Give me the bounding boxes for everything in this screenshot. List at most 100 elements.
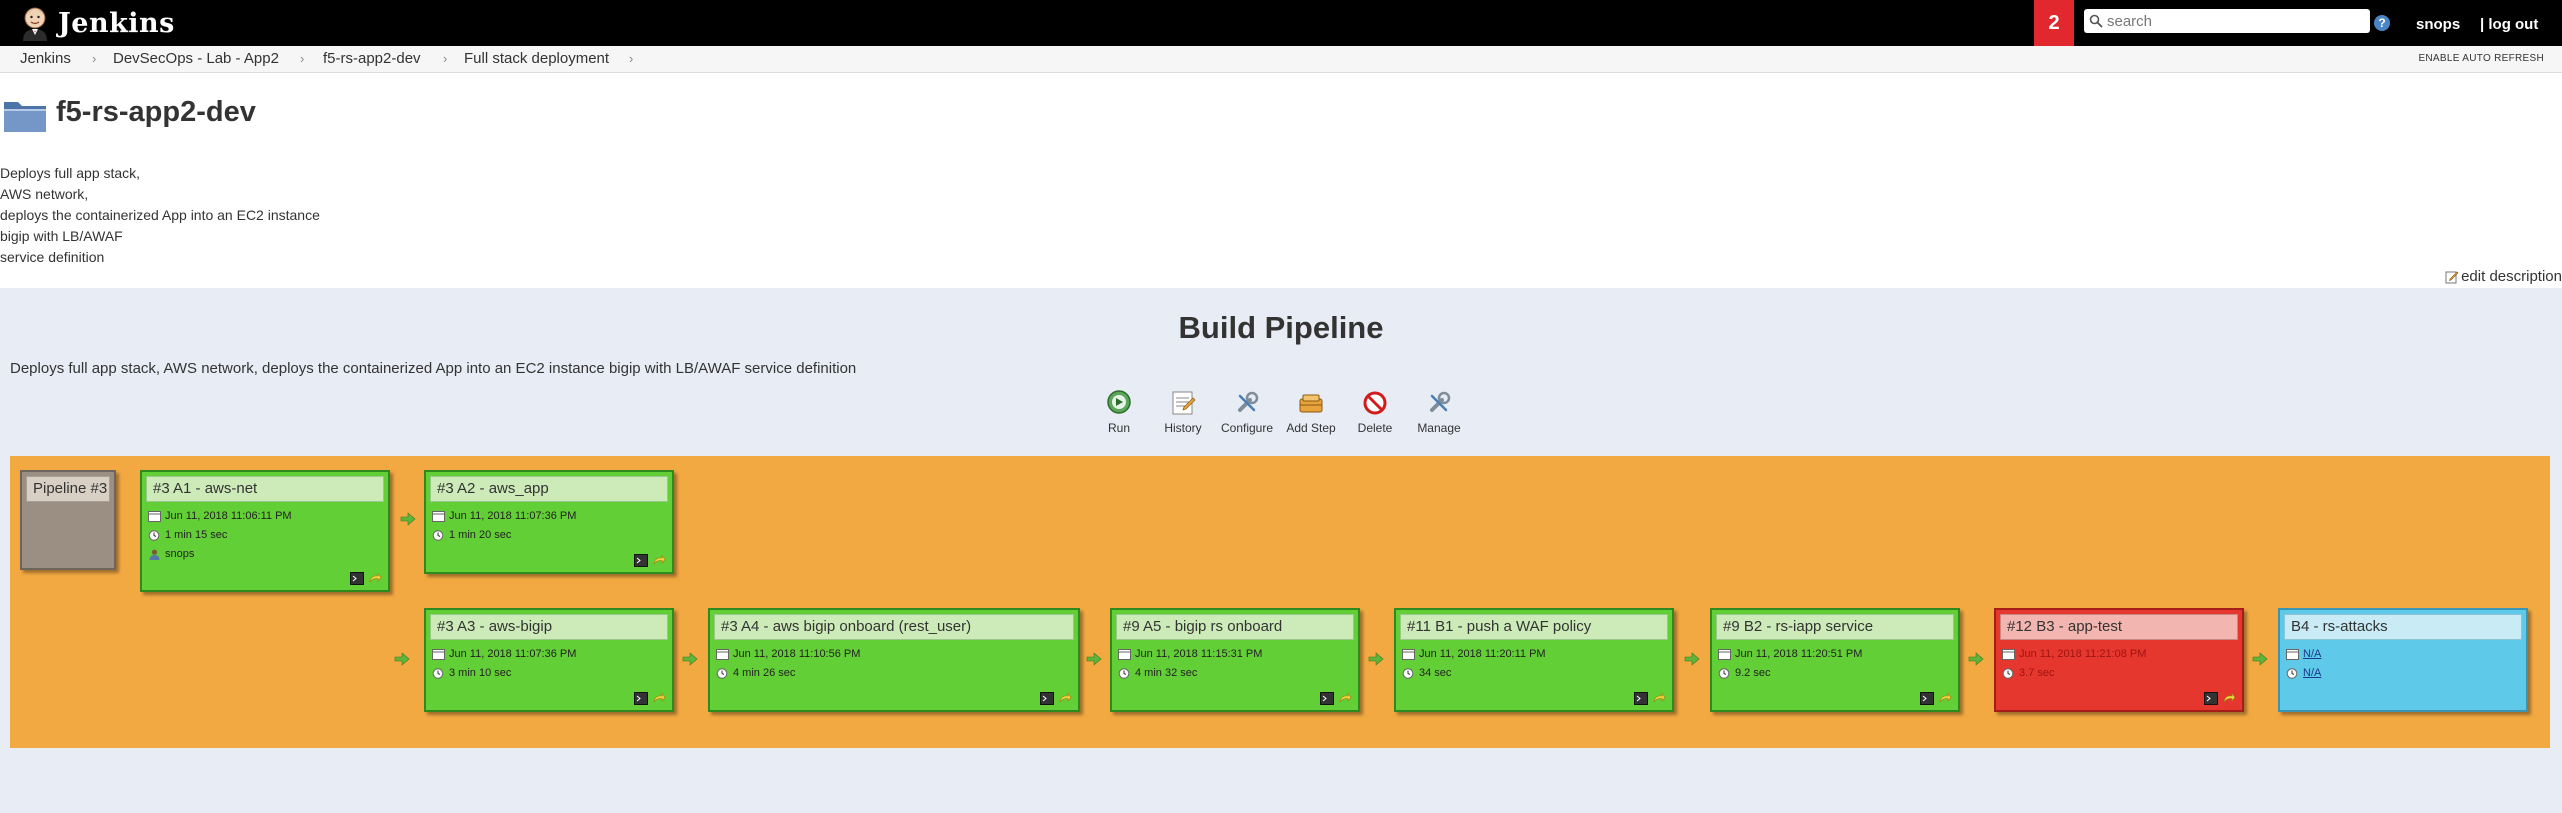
rebuild-icon[interactable] bbox=[1058, 692, 1072, 705]
build-box-b3[interactable]: #12 B3 - app-test Jun 11, 2018 11:21:08 … bbox=[1994, 608, 2244, 712]
build-title[interactable]: B4 - rs-attacks bbox=[2284, 614, 2522, 640]
console-icon[interactable] bbox=[1634, 692, 1648, 705]
build-title[interactable]: #9 B2 - rs-iapp service bbox=[1716, 614, 1954, 640]
build-pipeline-section: Build Pipeline Deploys full app stack, A… bbox=[0, 288, 2562, 813]
build-duration-row: 34 sec bbox=[1402, 667, 1451, 679]
breadcrumb-chevron-icon: › bbox=[92, 51, 97, 66]
help-icon[interactable]: ? bbox=[2374, 15, 2390, 31]
rebuild-icon[interactable] bbox=[1338, 692, 1352, 705]
breadcrumb-item-view[interactable]: Full stack deployment bbox=[464, 50, 609, 67]
enable-auto-refresh-link[interactable]: ENABLE AUTO REFRESH bbox=[2418, 53, 2544, 64]
logout-link[interactable]: | log out bbox=[2480, 16, 2538, 33]
rebuild-icon[interactable] bbox=[652, 692, 666, 705]
rebuild-icon[interactable] bbox=[2222, 692, 2236, 705]
clock-icon bbox=[1402, 667, 1414, 679]
console-icon[interactable] bbox=[350, 572, 364, 585]
pipeline-run-box[interactable]: Pipeline #3 bbox=[20, 470, 116, 570]
build-box-b4[interactable]: B4 - rs-attacks N/A N/A bbox=[2278, 608, 2528, 712]
console-icon[interactable] bbox=[1920, 692, 1934, 705]
console-icon[interactable] bbox=[1040, 692, 1054, 705]
console-icon[interactable] bbox=[634, 554, 648, 567]
build-actions bbox=[1320, 692, 1352, 705]
build-title[interactable]: #3 A4 - aws bigip onboard (rest_user) bbox=[714, 614, 1074, 640]
calendar-icon bbox=[432, 510, 445, 522]
notification-badge[interactable]: 2 bbox=[2034, 0, 2074, 46]
configure-button[interactable]: Configure bbox=[1215, 388, 1279, 435]
build-actions bbox=[634, 554, 666, 567]
add-step-button[interactable]: Add Step bbox=[1279, 388, 1343, 435]
rebuild-icon[interactable] bbox=[368, 572, 382, 585]
pipeline-description: Deploys full app stack, AWS network, dep… bbox=[10, 360, 857, 377]
build-title[interactable]: #3 A3 - aws-bigip bbox=[430, 614, 668, 640]
build-duration[interactable]: N/A bbox=[2303, 667, 2321, 679]
breadcrumb-item-devsecops[interactable]: DevSecOps - Lab - App2 bbox=[113, 50, 279, 67]
pipeline-board: Pipeline #3 #3 A1 - aws-net Jun 11, 2018… bbox=[10, 456, 2550, 748]
clock-icon bbox=[432, 667, 444, 679]
build-date: Jun 11, 2018 11:07:36 PM bbox=[449, 648, 577, 660]
build-duration: 1 min 15 sec bbox=[165, 529, 228, 541]
manage-button[interactable]: Manage bbox=[1407, 388, 1471, 435]
build-date-row: Jun 11, 2018 11:20:11 PM bbox=[1402, 648, 1546, 660]
build-box-a2[interactable]: #3 A2 - aws_app Jun 11, 2018 11:07:36 PM… bbox=[424, 470, 674, 574]
rebuild-icon[interactable] bbox=[1652, 692, 1666, 705]
build-actions bbox=[1920, 692, 1952, 705]
rebuild-icon[interactable] bbox=[1938, 692, 1952, 705]
build-box-a4[interactable]: #3 A4 - aws bigip onboard (rest_user) Ju… bbox=[708, 608, 1080, 712]
breadcrumb-chevron-icon: › bbox=[629, 51, 634, 66]
edit-icon bbox=[2445, 271, 2459, 283]
add-step-label: Add Step bbox=[1286, 421, 1336, 435]
build-duration-row: 4 min 26 sec bbox=[716, 667, 795, 679]
build-actions bbox=[1040, 692, 1072, 705]
arrow-right-icon bbox=[1968, 652, 1984, 666]
search-input[interactable] bbox=[2103, 11, 2361, 31]
pipeline-run-label: Pipeline #3 bbox=[26, 476, 110, 502]
user-link[interactable]: snops bbox=[2416, 16, 2460, 33]
run-button[interactable]: Run bbox=[1087, 388, 1151, 435]
build-box-b2[interactable]: #9 B2 - rs-iapp service Jun 11, 2018 11:… bbox=[1710, 608, 1960, 712]
console-icon[interactable] bbox=[2204, 692, 2218, 705]
calendar-icon bbox=[716, 648, 729, 660]
build-duration-row: 3.7 sec bbox=[2002, 667, 2054, 679]
jenkins-logo[interactable]: Jenkins bbox=[18, 5, 175, 41]
arrow-right-icon bbox=[400, 512, 416, 526]
build-date-row: Jun 11, 2018 11:06:11 PM bbox=[148, 510, 292, 522]
arrow-right-icon bbox=[2252, 652, 2268, 666]
edit-description-link[interactable]: edit description bbox=[2445, 268, 2562, 285]
clock-icon bbox=[2002, 667, 2014, 679]
build-duration-row: N/A bbox=[2286, 667, 2321, 679]
build-title[interactable]: #12 B3 - app-test bbox=[2000, 614, 2238, 640]
build-box-a1[interactable]: #3 A1 - aws-net Jun 11, 2018 11:06:11 PM… bbox=[140, 470, 390, 592]
build-user-row: snops bbox=[148, 548, 194, 560]
delete-label: Delete bbox=[1357, 421, 1393, 435]
build-date[interactable]: N/A bbox=[2303, 648, 2321, 660]
calendar-icon bbox=[1402, 648, 1415, 660]
description-line: bigip with LB/AWAF bbox=[0, 228, 123, 244]
build-duration: 4 min 32 sec bbox=[1135, 667, 1198, 679]
build-box-b1[interactable]: #11 B1 - push a WAF policy Jun 11, 2018 … bbox=[1394, 608, 1674, 712]
console-icon[interactable] bbox=[634, 692, 648, 705]
history-button[interactable]: History bbox=[1151, 388, 1215, 435]
manage-label: Manage bbox=[1417, 421, 1461, 435]
folder-description: Deploys full app stack, AWS network, dep… bbox=[0, 163, 320, 268]
calendar-icon bbox=[2286, 648, 2299, 660]
build-box-a5[interactable]: #9 A5 - bigip rs onboard Jun 11, 2018 11… bbox=[1110, 608, 1360, 712]
breadcrumb-item-jenkins[interactable]: Jenkins bbox=[20, 50, 71, 67]
build-duration: 3 min 10 sec bbox=[449, 667, 512, 679]
build-title[interactable]: #3 A2 - aws_app bbox=[430, 476, 668, 502]
build-date-row: N/A bbox=[2286, 648, 2321, 660]
breadcrumb-item-folder[interactable]: f5-rs-app2-dev bbox=[323, 50, 421, 67]
build-user: snops bbox=[165, 548, 195, 560]
rebuild-icon[interactable] bbox=[652, 554, 666, 567]
arrow-right-icon bbox=[394, 652, 410, 666]
user-icon bbox=[149, 549, 160, 560]
build-box-a3[interactable]: #3 A3 - aws-bigip Jun 11, 2018 11:07:36 … bbox=[424, 608, 674, 712]
build-title[interactable]: #9 A5 - bigip rs onboard bbox=[1116, 614, 1354, 640]
search-box bbox=[2084, 9, 2370, 33]
console-icon[interactable] bbox=[1320, 692, 1334, 705]
calendar-icon bbox=[148, 510, 161, 522]
build-title[interactable]: #11 B1 - push a WAF policy bbox=[1400, 614, 1668, 640]
build-date: Jun 11, 2018 11:10:56 PM bbox=[733, 648, 861, 660]
delete-button[interactable]: Delete bbox=[1343, 388, 1407, 435]
build-title[interactable]: #3 A1 - aws-net bbox=[146, 476, 384, 502]
delete-icon bbox=[1363, 391, 1387, 415]
